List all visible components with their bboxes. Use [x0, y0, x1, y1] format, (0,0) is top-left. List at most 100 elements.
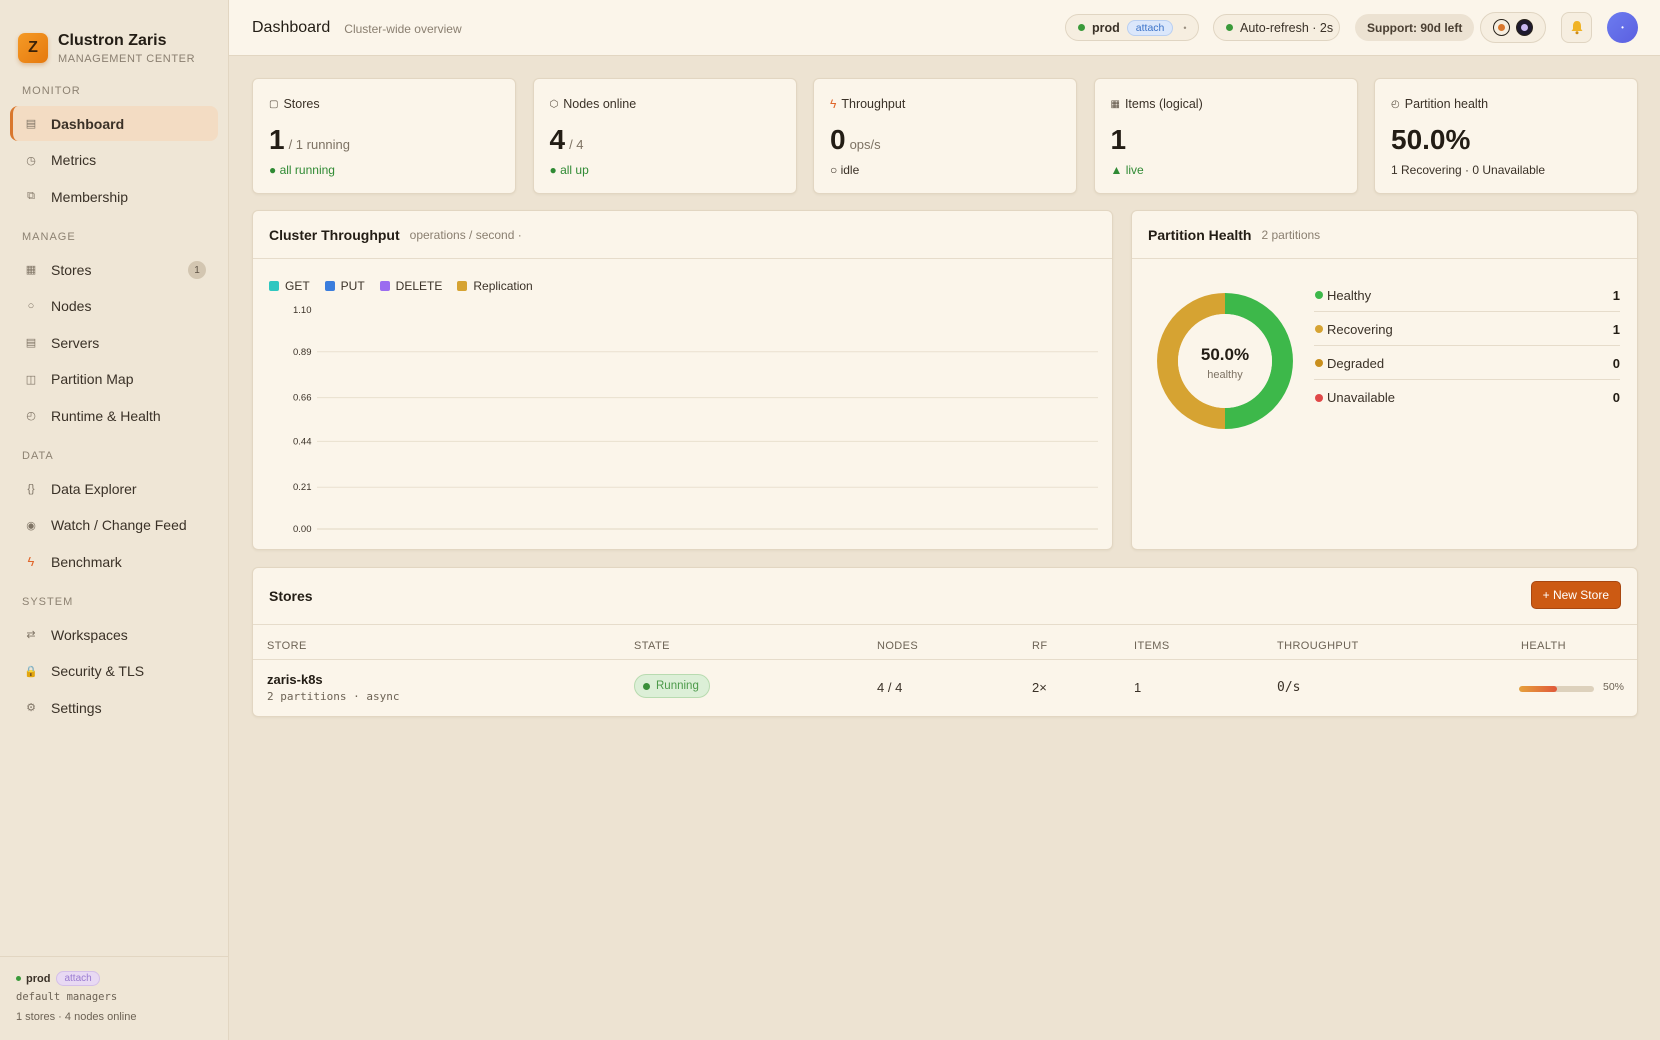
stat-value: 50.0%	[1391, 124, 1474, 156]
gauge-icon: ◷	[26, 154, 36, 167]
sidebar-item-label: Settings	[51, 699, 102, 716]
light-theme-icon[interactable]	[1493, 19, 1510, 36]
health-row-degraded: Degraded 0	[1314, 347, 1620, 380]
page-title: Dashboard	[252, 18, 331, 36]
y-tick-label: 1.10	[293, 305, 312, 316]
throughput-card: Cluster Throughput operations / second ·…	[252, 210, 1113, 550]
health-row-healthy: Healthy 1	[1314, 279, 1620, 312]
auto-refresh-toggle[interactable]: Auto-refresh · 2s	[1213, 14, 1340, 41]
heartbeat-icon: ◴	[26, 410, 36, 422]
environment-selector[interactable]: prod attach •	[1065, 14, 1199, 41]
status-dot	[1315, 291, 1323, 299]
refresh-status-dot	[1226, 24, 1233, 31]
user-avatar[interactable]: •	[1607, 12, 1638, 43]
sidebar-item-data-explorer[interactable]: {} Data Explorer	[10, 471, 218, 506]
sidebar-item-label: Stores	[51, 261, 92, 278]
sidebar-item-watch-change-feed[interactable]: ◉ Watch / Change Feed	[10, 508, 218, 543]
column-header-items[interactable]: ITEMS	[1134, 640, 1170, 652]
footer-attach-badge[interactable]: attach	[56, 971, 100, 986]
health-count: 1	[1612, 321, 1620, 337]
stat-card-partition-health[interactable]: ◴ Partition health 50.0% 1 Recovering · …	[1374, 78, 1638, 194]
sidebar-item-label: Data Explorer	[51, 480, 137, 497]
sidebar-item-label: Membership	[51, 188, 129, 205]
brand[interactable]: Z Clustron Zaris MANAGEMENT CENTER	[0, 0, 228, 76]
column-header-state[interactable]: STATE	[634, 640, 670, 652]
sidebar-footer: prod attach default managers 1 stores · …	[0, 956, 229, 1040]
store-items: 1	[1134, 680, 1142, 695]
stat-footnote: ▲ live	[1110, 163, 1144, 177]
sidebar-item-label: Nodes	[51, 298, 92, 314]
server-icon: ▤	[25, 337, 37, 349]
sidebar-item-metrics[interactable]: ◷ Metrics	[10, 143, 218, 178]
status-dot	[1315, 325, 1323, 333]
stat-card-nodes-online[interactable]: ⬡ Nodes online 4/ 4 ● all up	[532, 78, 797, 194]
column-header-nodes[interactable]: NODES	[877, 640, 918, 652]
stat-suffix: / 1 running	[288, 137, 351, 152]
sidebar-item-stores[interactable]: ▦ Stores 1	[10, 252, 218, 287]
stat-label-text: Nodes online	[563, 97, 637, 111]
health-count: 0	[1612, 390, 1620, 405]
top-header: Dashboard Cluster-wide overview prod att…	[229, 0, 1660, 56]
nav-section-system: SYSTEM	[22, 596, 74, 608]
status-dot	[1315, 393, 1323, 402]
partition-health-title: Partition Health	[1148, 226, 1252, 243]
column-header-rf[interactable]: RF	[1032, 640, 1047, 652]
partition-health-card: Partition Health 2 partitions 50.0% healt…	[1131, 210, 1638, 550]
health-count: 0	[1612, 355, 1620, 371]
stat-label-text: Partition health	[1404, 97, 1489, 111]
env-status-dot	[16, 976, 21, 981]
health-count: 1	[1612, 287, 1620, 303]
page-subtitle: Cluster-wide overview	[344, 21, 462, 36]
sidebar-item-nodes[interactable]: ○ Nodes	[10, 289, 218, 324]
stat-card-stores[interactable]: ▢ Stores 1/ 1 running ● all running	[252, 78, 516, 194]
map-icon: ◫	[25, 373, 37, 386]
stores-header: Stores	[253, 568, 1637, 625]
store-name[interactable]: zaris-k8s	[267, 672, 323, 687]
stat-card-items-logical[interactable]: ▦ Items (logical) 1 ▲ live	[1093, 78, 1358, 194]
lock-icon: 🔒	[24, 665, 38, 678]
column-header-throughput[interactable]: THROUGHPUT	[1277, 640, 1359, 652]
node-icon: ○	[27, 300, 35, 312]
stat-label: ⬡ Nodes online	[550, 97, 637, 111]
stat-label-text: Throughput	[841, 97, 906, 111]
new-store-button[interactable]: + New Store	[1530, 581, 1621, 609]
theme-toggle[interactable]	[1480, 12, 1546, 43]
sidebar-item-membership[interactable]: ⧉ Membership	[10, 179, 218, 214]
database-icon: ▦	[25, 264, 37, 276]
sidebar-item-runtime-health[interactable]: ◴ Runtime & Health	[10, 398, 218, 433]
stat-footnote: ● all up	[549, 163, 589, 177]
brand-logo: Z	[18, 33, 48, 63]
sidebar-item-servers[interactable]: ▤ Servers	[10, 325, 218, 360]
stat-card-throughput[interactable]: ϟ Throughput 0 ops/s ○ idle	[813, 78, 1077, 194]
footer-workspace: default managers	[16, 991, 118, 1003]
sidebar-item-partition-map[interactable]: ◫ Partition Map	[10, 362, 218, 397]
footer-summary: 1 stores · 4 nodes online	[16, 1011, 137, 1023]
store-detail: 2 partitions · async	[267, 690, 400, 703]
bolt-icon: ϟ	[830, 97, 837, 111]
sidebar-item-label: Runtime & Health	[51, 407, 161, 424]
table-divider	[253, 659, 1637, 660]
sidebar-item-dashboard[interactable]: ▤ Dashboard	[10, 106, 218, 141]
status-dot	[1315, 359, 1323, 367]
sidebar-item-label: Benchmark	[51, 553, 122, 570]
partition-health-donut: 50.0% healthy	[1157, 293, 1293, 429]
sidebar-item-security-tls[interactable]: 🔒 Security & TLS	[10, 654, 218, 689]
braces-icon: {}	[27, 482, 35, 495]
stat-suffix: / 4	[569, 137, 584, 152]
sidebar-item-workspaces[interactable]: ⇄ Workspaces	[10, 617, 218, 652]
sidebar: Z Clustron Zaris MANAGEMENT CENTER MONIT…	[0, 0, 229, 1040]
column-header-store[interactable]: STORE	[267, 640, 307, 652]
health-percent: 50%	[1603, 681, 1625, 693]
health-label: Recovering	[1327, 321, 1393, 337]
sidebar-item-settings[interactable]: ⚙ Settings	[10, 690, 218, 725]
running-dot	[643, 682, 650, 690]
stat-number: 4	[549, 124, 566, 155]
dark-theme-icon[interactable]	[1516, 19, 1533, 36]
notifications-button[interactable]	[1561, 12, 1592, 43]
sidebar-item-label: Security & TLS	[51, 663, 145, 679]
column-header-health[interactable]: HEALTH	[1521, 640, 1566, 652]
health-row-unavailable: Unavailable 0	[1314, 381, 1620, 414]
sidebar-item-benchmark[interactable]: ϟ Benchmark	[10, 544, 218, 579]
table-icon: ▦	[1110, 98, 1120, 110]
throughput-chart: 1.10 0.89 0.66 0.44 0.21 0.00	[293, 305, 1098, 535]
